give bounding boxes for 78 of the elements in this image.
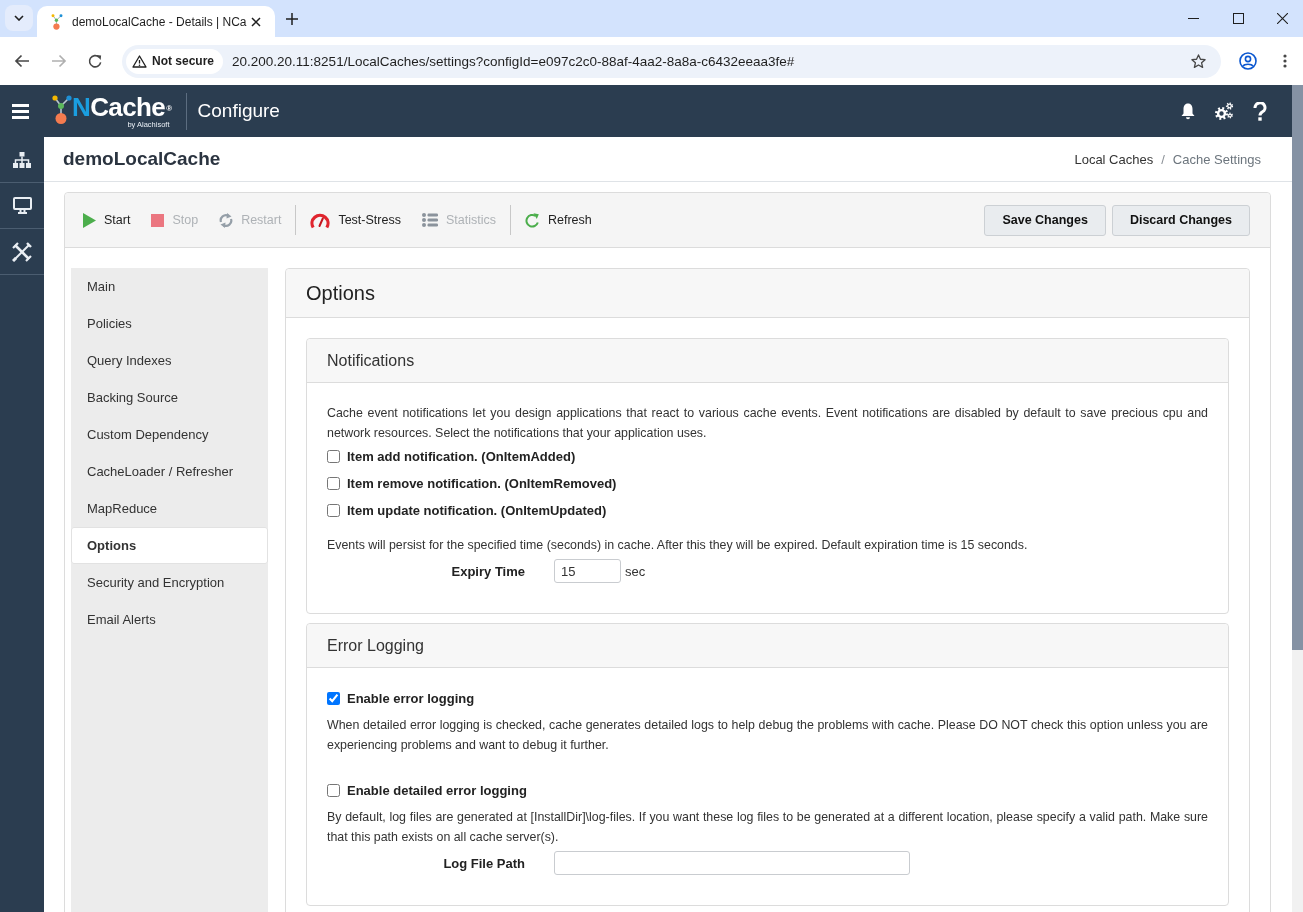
field-label: Log File Path	[442, 855, 525, 871]
refresh-icon	[524, 212, 540, 228]
security-chip[interactable]: Not secure	[126, 48, 224, 74]
scrollbar-thumb[interactable]	[1292, 85, 1303, 650]
description-text: Cache event notifications let you design applications that react to various cache events. Event notifications are disabled by default to save precious cpu and network resources. Select the notifications that your application uses.	[327, 405, 1208, 442]
nav-item[interactable]: Main	[71, 268, 268, 305]
nav-item[interactable]: CacheLoader / Refresher	[71, 453, 268, 490]
tab-search-button[interactable]	[5, 5, 33, 31]
unit-label: sec	[625, 563, 646, 579]
nav-item[interactable]: Policies	[71, 305, 268, 342]
circular-arrows-icon	[219, 212, 234, 228]
checkbox[interactable]	[327, 692, 340, 705]
nav-item[interactable]: MapReduce	[71, 490, 268, 527]
close-icon[interactable]	[251, 16, 261, 27]
description-text: When detailed error logging is checked, cache generates detailed logs to help debug the problems with cache. Please DO NOT check this option unless you are experiencing problems and want to debug it further.	[327, 717, 1208, 754]
warning-icon	[132, 54, 147, 68]
hierarchy-icon[interactable]	[13, 151, 31, 168]
test-stress-button[interactable]: Test-Stress	[310, 211, 401, 229]
scrollbar[interactable]	[1292, 85, 1303, 912]
checkbox[interactable]	[327, 784, 340, 797]
reload-icon[interactable]	[88, 53, 103, 69]
browser-tab[interactable]: demoLocalCache - Details | NCa	[37, 6, 275, 37]
tools-icon[interactable]	[12, 241, 32, 262]
security-label: Not secure	[152, 54, 215, 68]
address-bar[interactable]: Not secure 20.200.20.11:8251/LocalCaches/settings?configId=e097c2c0-88af-4aa2-8a8a-c6432eeaa3fe#	[122, 44, 1221, 78]
input-field[interactable]	[554, 851, 910, 875]
stop-icon	[151, 213, 165, 227]
checkbox-label: Enable error logging	[347, 691, 475, 706]
input-field[interactable]: 15	[554, 559, 621, 583]
profile-icon[interactable]	[1239, 52, 1257, 70]
plus-icon[interactable]	[286, 13, 298, 25]
checkbox[interactable]	[327, 504, 340, 517]
more-icon[interactable]	[1283, 54, 1287, 68]
nav-item[interactable]: Custom Dependency	[71, 416, 268, 453]
logo-wordmark: NCache$^{®}$	[72, 93, 172, 121]
close-icon[interactable]	[1276, 13, 1288, 24]
monitor-icon[interactable]	[12, 197, 32, 214]
checkbox-label: Item add notification. (OnItemAdded)	[347, 449, 576, 464]
description-text: By default, log files are generated at [InstallDir]\log-files. If you want these log files to be generated at a different location, please specify a valid path. Make sure that this path exists on all cache server(s).	[327, 809, 1208, 846]
back-arrow-icon[interactable]	[14, 54, 30, 68]
nav-item[interactable]: Options	[71, 527, 268, 564]
checkbox-label: Enable detailed error logging	[347, 783, 527, 798]
checkbox-label: Item update notification. (OnItemUpdated)	[347, 503, 607, 518]
action-button[interactable]: Discard Changes	[1111, 204, 1250, 236]
maximize-icon[interactable]	[1233, 13, 1244, 24]
chevron-down-icon	[14, 15, 24, 21]
page-title: demoLocalCache	[63, 148, 221, 170]
start-button[interactable]: Start	[83, 212, 131, 228]
breadcrumb-link[interactable]: Local Caches	[1074, 151, 1154, 167]
gauge-icon	[310, 211, 331, 229]
help-icon[interactable]	[1253, 101, 1267, 121]
url-text: 20.200.20.11:8251/LocalCaches/settings?configId=e097c2c0-88af-4aa2-8a8a-c6432eeaa3fe#	[232, 53, 795, 69]
breadcrumb-separator: /	[1161, 151, 1165, 167]
checkbox[interactable]	[327, 450, 340, 463]
nav-item[interactable]: Email Alerts	[71, 601, 268, 638]
nav-item[interactable]: Query Indexes	[71, 342, 268, 379]
list-icon	[421, 213, 438, 227]
panel-title: Options	[306, 281, 375, 305]
breadcrumb-current: Cache Settings	[1172, 151, 1261, 167]
tab-title: demoLocalCache - Details | NCa	[72, 14, 247, 29]
app-logo-icon	[52, 95, 72, 125]
nav-item[interactable]: Backing Source	[71, 379, 268, 416]
star-icon[interactable]	[1191, 53, 1206, 69]
menu-icon[interactable]	[12, 103, 29, 119]
nav-item[interactable]: Security and Encryption	[71, 564, 268, 601]
play-icon	[83, 212, 96, 228]
refresh-button[interactable]: Refresh	[524, 212, 592, 228]
checkbox-label: Item remove notification. (OnItemRemoved)	[347, 476, 617, 491]
gears-icon[interactable]	[1214, 101, 1234, 121]
checkbox[interactable]	[327, 477, 340, 490]
bell-icon[interactable]	[1181, 102, 1195, 120]
section-title: Notifications	[327, 351, 415, 370]
description-text: Events will persist for the specified time (seconds) in cache. After this they will be expired. Default expiration time is 15 seconds.	[327, 537, 1029, 554]
action-button[interactable]: Save Changes	[984, 204, 1106, 236]
section-title: Error Logging	[327, 636, 424, 655]
section-title: Configure	[197, 100, 280, 122]
app-logo-icon	[50, 13, 64, 30]
field-label: Expiry Time	[450, 563, 525, 579]
